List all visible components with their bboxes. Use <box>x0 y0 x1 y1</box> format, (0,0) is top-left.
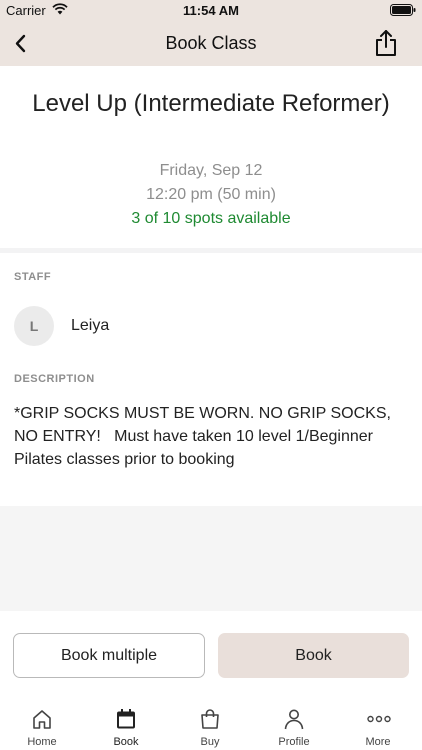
section-divider <box>0 248 422 253</box>
tab-label: More <box>365 736 391 748</box>
calendar-icon <box>117 709 135 729</box>
tab-profile[interactable]: Profile <box>252 700 336 750</box>
description-text: *GRIP SOCKS MUST BE WORN. NO GRIP SOCKS,… <box>14 405 396 468</box>
spots-available: 3 of 10 spots available <box>131 210 291 227</box>
clock: 11:54 AM <box>183 3 239 18</box>
class-date: Friday, Sep 12 <box>159 162 263 179</box>
staff-name: Leiya <box>71 317 110 334</box>
book-button[interactable]: Book <box>218 633 409 678</box>
tab-more[interactable]: More <box>336 700 420 750</box>
status-bar: Carrier 11:54 AM <box>0 0 422 22</box>
shopping-bag-icon <box>201 709 219 729</box>
tab-buy[interactable]: Buy <box>168 700 252 750</box>
share-icon <box>376 30 396 56</box>
class-header: Level Up (Intermediate Reformer) Friday,… <box>0 66 422 248</box>
tab-label: Buy <box>200 736 220 748</box>
tab-label: Home <box>27 736 57 748</box>
staff-row[interactable]: L Leiya <box>14 306 408 346</box>
tab-label: Profile <box>278 736 310 748</box>
staff-section-label: STAFF <box>14 271 52 283</box>
home-icon <box>33 710 51 729</box>
description-section-label: DESCRIPTION <box>14 373 95 385</box>
share-button[interactable] <box>372 28 400 58</box>
tab-bar: Home Book Buy Profile More <box>0 700 422 750</box>
empty-area <box>0 506 422 611</box>
avatar: L <box>14 306 54 346</box>
nav-bar: Book Class <box>0 22 422 66</box>
book-multiple-button[interactable]: Book multiple <box>13 633 205 678</box>
tab-label: Book <box>113 736 139 748</box>
page-title: Book Class <box>165 33 257 53</box>
person-icon <box>284 709 304 730</box>
class-time: 12:20 pm (50 min) <box>146 186 276 203</box>
more-dots-icon <box>367 715 391 723</box>
tab-home[interactable]: Home <box>0 700 84 750</box>
battery-icon <box>390 4 416 16</box>
tab-book[interactable]: Book <box>84 700 168 750</box>
class-title: Level Up (Intermediate Reformer) <box>32 90 390 117</box>
